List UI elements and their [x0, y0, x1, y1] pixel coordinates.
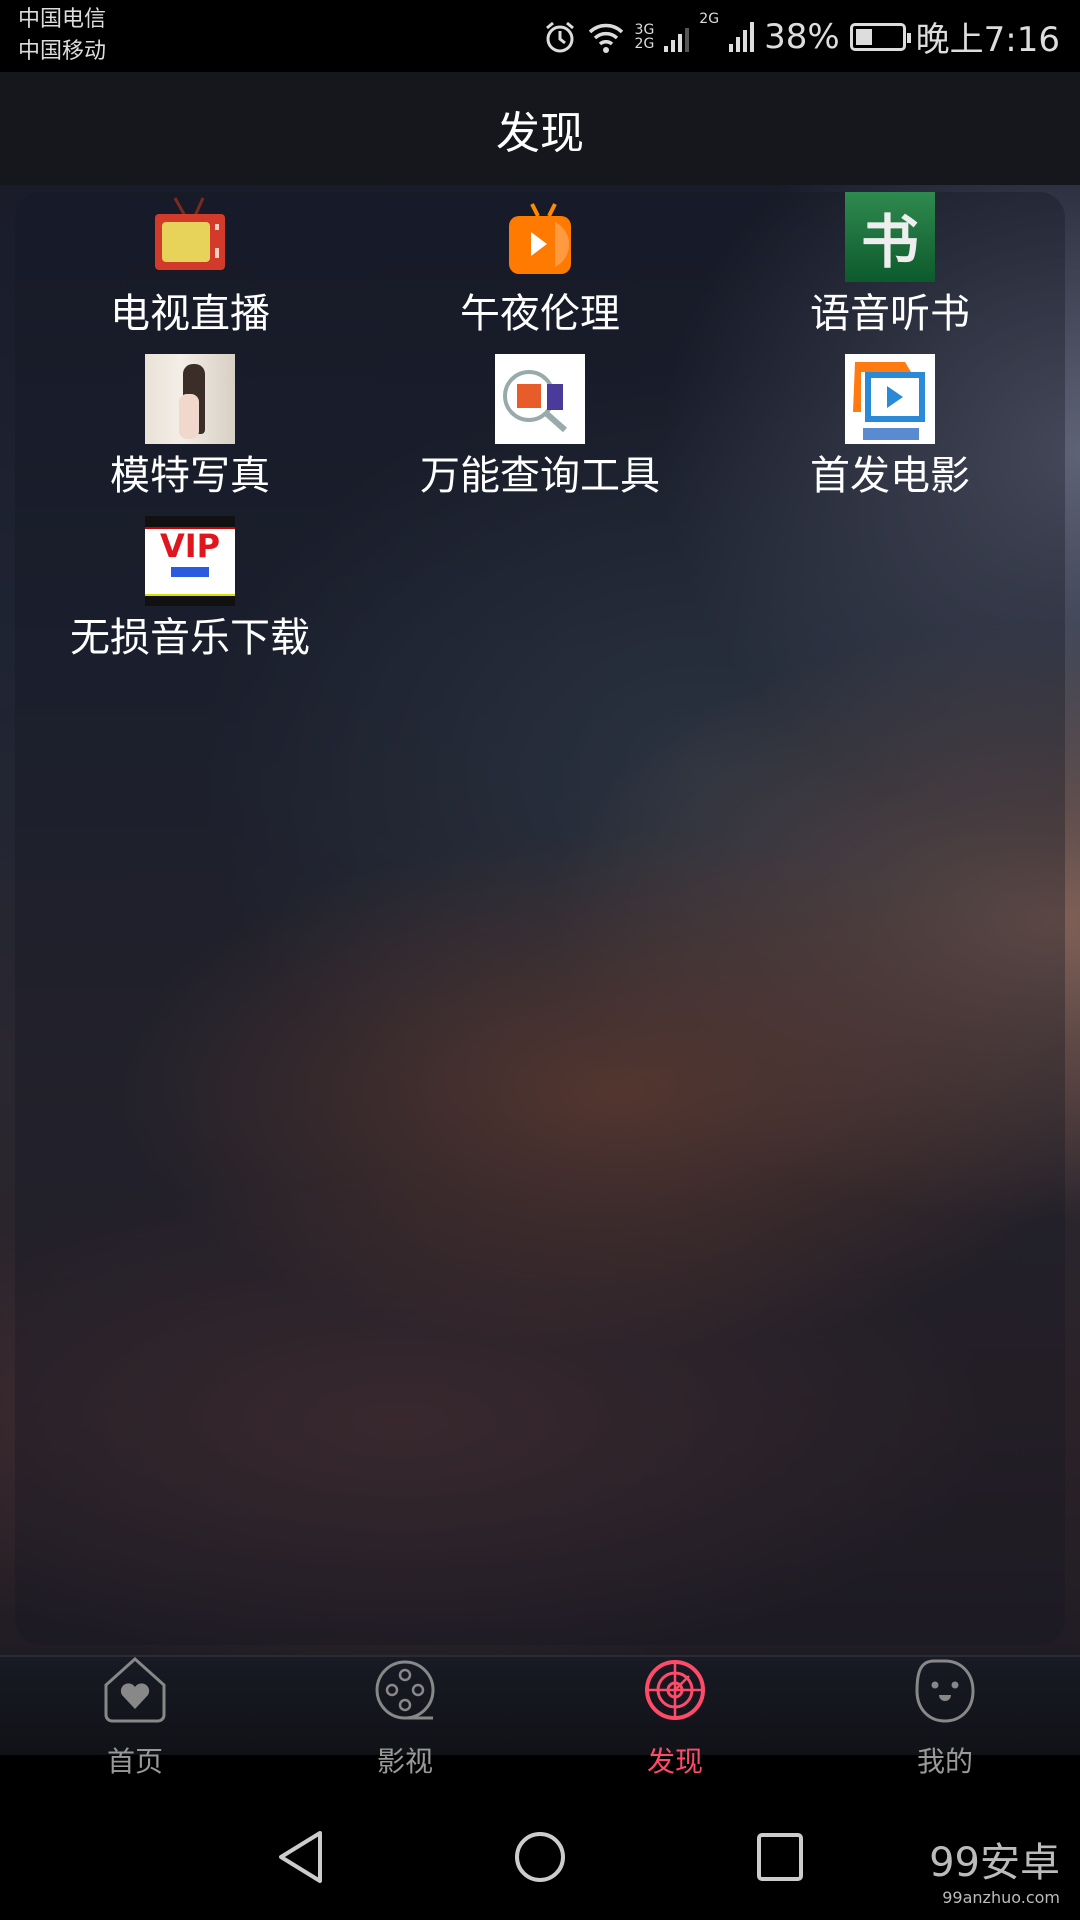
home-icon[interactable]: [514, 1830, 566, 1884]
tab-video[interactable]: 影视: [305, 1660, 505, 1780]
query-icon: [495, 354, 585, 444]
book-icon: 书: [845, 192, 935, 282]
film-reel-icon: [375, 1660, 435, 1720]
tab-discover[interactable]: 发现: [575, 1660, 775, 1780]
wifi-icon: [588, 23, 623, 53]
home-heart-icon: [104, 1656, 166, 1723]
carrier-2: 中国移动: [18, 39, 107, 64]
vip-music-icon: VIP: [145, 516, 235, 606]
app-model-photos[interactable]: 模特写真: [15, 354, 365, 516]
tab-mine[interactable]: 我的: [845, 1659, 1045, 1780]
app-label: 万能查询工具: [420, 453, 660, 499]
battery-icon: [849, 22, 911, 51]
network-type-2: 2G: [634, 35, 655, 52]
battery-percent: 38%: [764, 16, 840, 57]
app-query-tool[interactable]: 万能查询工具: [365, 354, 715, 516]
carrier-1: 中国电信: [18, 7, 107, 32]
app-grid-card: 电视直播 午夜伦理 书 语音听书 模特写真 万能查询工具 首发电影 VIP 无损…: [15, 192, 1065, 1645]
alarm-icon: [545, 21, 574, 52]
movie-play-icon: [845, 354, 935, 444]
network-type-3: 2G: [699, 11, 720, 27]
tab-home[interactable]: 首页: [35, 1656, 235, 1780]
status-bar: 中国电信 中国移动 3G 2G 2G 38% 晚上7:16: [0, 0, 1080, 72]
app-label: 电视直播: [110, 291, 270, 337]
app-label: 午夜伦理: [460, 291, 620, 337]
clock: 晚上7:16: [915, 20, 1060, 60]
orange-tv-play-icon: [495, 192, 585, 282]
photo-thumbnail: [145, 354, 235, 444]
app-grid: 电视直播 午夜伦理 书 语音听书 模特写真 万能查询工具 首发电影 VIP 无损…: [15, 192, 1065, 678]
app-tv-live[interactable]: 电视直播: [15, 192, 365, 354]
app-midnight[interactable]: 午夜伦理: [365, 192, 715, 354]
signal-icon: [729, 21, 755, 52]
system-nav-bar: 99安卓 99anzhuo.com: [0, 1790, 1080, 1920]
app-premiere-movies[interactable]: 首发电影: [715, 354, 1065, 516]
app-label: 模特写真: [110, 453, 270, 499]
app-label: 语音听书: [810, 291, 970, 337]
header: 发现: [0, 72, 1080, 185]
watermark-logo: 99安卓 99anzhuo.com: [929, 1840, 1060, 1907]
app-lossless-music[interactable]: VIP 无损音乐下载: [15, 516, 365, 678]
app-audiobook[interactable]: 书 语音听书: [715, 192, 1065, 354]
network-type-1: 3G: [634, 21, 655, 38]
radar-icon: [645, 1660, 705, 1720]
signal-icon: [664, 22, 690, 52]
page-title: 发现: [496, 107, 584, 159]
back-icon[interactable]: [275, 1830, 325, 1884]
face-icon: [915, 1659, 975, 1723]
app-label: 无损音乐下载: [70, 615, 310, 661]
recents-icon[interactable]: [756, 1830, 804, 1884]
app-label: 首发电影: [810, 453, 970, 499]
tv-icon: [145, 192, 235, 282]
